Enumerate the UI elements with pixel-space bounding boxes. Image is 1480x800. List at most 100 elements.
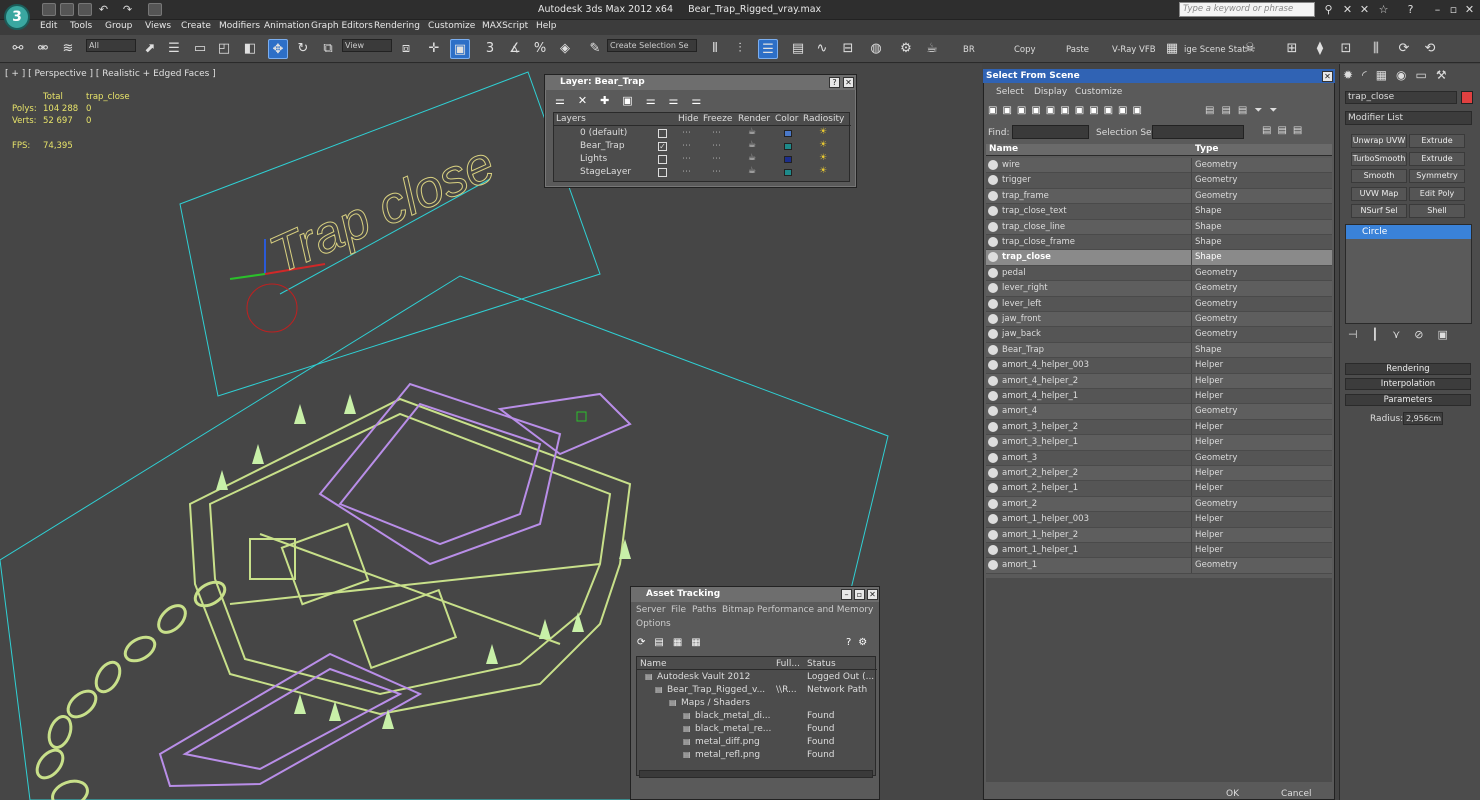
scale-icon[interactable]: ⧉ [318, 39, 338, 59]
extrude-2-button[interactable]: Extrude [1409, 152, 1465, 166]
open-file-icon[interactable] [60, 3, 74, 16]
asset-menu-bitmap[interactable]: Bitmap Performance and Memory [722, 605, 873, 615]
asset-row[interactable]: ▤ metal_diff.png Found [637, 736, 877, 749]
skull-script-icon[interactable]: ☠ [1240, 39, 1260, 59]
menu-group[interactable]: Group [105, 21, 132, 31]
freeze-toggle[interactable]: ⋯ [712, 128, 721, 138]
binoculars-icon[interactable]: ⚲ [1321, 2, 1336, 17]
script-tool4-icon[interactable]: ⫼ [1366, 39, 1386, 59]
scene-object-row[interactable]: amort_2_helper_1 Helper [986, 481, 1332, 497]
scene-object-row[interactable]: amort_1 Geometry [986, 558, 1332, 574]
cancel-button[interactable]: Cancel [1281, 789, 1312, 799]
scene-object-row[interactable]: amort_3_helper_1 Helper [986, 435, 1332, 451]
scene-object-row[interactable]: amort_3_helper_2 Helper [986, 419, 1332, 436]
symmetry-button[interactable]: Symmetry [1409, 169, 1465, 183]
scene-object-row[interactable]: amort_1_helper_003 Helper [986, 512, 1332, 528]
scene-object-row[interactable]: pedal Geometry [986, 265, 1332, 282]
asset-scrollbar[interactable] [639, 770, 873, 778]
maximize-icon[interactable]: ▫ [1446, 2, 1461, 17]
asset-row[interactable]: ▤ black_metal_di... Found [637, 710, 877, 723]
hide-toggle[interactable]: ⋯ [682, 154, 691, 164]
scene-object-row[interactable]: amort_2 Geometry [986, 496, 1332, 513]
asset-row[interactable]: ▤ Autodesk Vault 2012 Logged Out (... [637, 671, 877, 684]
script-tool3-icon[interactable]: ⊡ [1336, 39, 1356, 59]
col-hide[interactable]: Hide [678, 114, 699, 124]
layer-manager-icon[interactable]: ☰ [758, 39, 778, 59]
asset-menu-server[interactable]: Server [636, 605, 666, 615]
menu-views[interactable]: Views [145, 21, 171, 31]
unwrap-uvw-button[interactable]: Unwrap UVW [1351, 134, 1407, 148]
scene-object-row[interactable]: amort_4_helper_2 Helper [986, 373, 1332, 389]
minimize-icon[interactable]: – [1430, 2, 1445, 17]
menu-create[interactable]: Create [181, 21, 211, 31]
col-name[interactable]: Name [989, 144, 1018, 154]
nsurf-sel-button[interactable]: NSurf Sel [1351, 204, 1407, 218]
radiosity-icon[interactable]: ☀ [819, 127, 827, 137]
scene-object-row[interactable]: trap_close_text Shape [986, 204, 1332, 220]
smooth-button[interactable]: Smooth [1351, 169, 1407, 183]
scene-object-row[interactable]: amort_1_helper_2 Helper [986, 527, 1332, 543]
undo-icon[interactable]: ↶ [96, 2, 111, 17]
active-layer-checkbox[interactable] [658, 129, 667, 138]
asset-col-full[interactable]: Full... [776, 659, 800, 669]
select-move-icon[interactable]: ◧ [240, 39, 260, 59]
layer-dialog-title[interactable]: Layer: Bear_Trap [545, 75, 856, 90]
edit-named-selection-icon[interactable]: ✎ [585, 39, 605, 59]
layer-row[interactable]: Lights ⋯ ⋯ ☕ ☀ [554, 153, 851, 166]
modifier-list-dropdown[interactable]: Modifier List [1345, 111, 1472, 125]
scene-object-row[interactable]: amort_2_helper_2 Helper [986, 466, 1332, 482]
hide-toggle[interactable]: ⋯ [682, 167, 691, 177]
rollout-rendering[interactable]: Rendering [1345, 363, 1471, 375]
script-tool6-icon[interactable]: ⟲ [1420, 39, 1440, 59]
scene-object-row[interactable]: jaw_back Geometry [986, 327, 1332, 343]
move-icon[interactable]: ✥ [268, 39, 288, 59]
project-folder-icon[interactable] [148, 3, 162, 16]
ok-button[interactable]: OK [1226, 789, 1239, 799]
rotate-icon[interactable]: ↻ [293, 39, 313, 59]
menu-edit[interactable]: Edit [40, 21, 57, 31]
schematic-view-icon[interactable]: ⊟ [838, 39, 858, 59]
find-input[interactable] [1012, 125, 1089, 139]
keyboard-shortcut-icon[interactable]: ▣ [450, 39, 470, 59]
br-label[interactable]: BR [963, 45, 975, 55]
favorites-icon[interactable]: ☆ [1376, 2, 1391, 17]
object-color-swatch[interactable] [1461, 91, 1473, 104]
stack-tool-icons[interactable]: ⊣┃⋎⊘▣ [1348, 328, 1473, 342]
select-object-icon[interactable]: ⬈ [140, 39, 160, 59]
paste-button[interactable]: Paste [1066, 45, 1089, 55]
rect-selection-icon[interactable]: ▭ [190, 39, 210, 59]
asset-menu-options[interactable]: Options [636, 619, 671, 629]
window-crossing-icon[interactable]: ◰ [214, 39, 234, 59]
scene-states-button[interactable]: ige Scene Stat [1184, 45, 1246, 55]
render-teapot-icon[interactable]: ☕ [748, 140, 756, 150]
turbosmooth-button[interactable]: TurboSmooth [1351, 152, 1407, 166]
asset-close-button[interactable]: ✕ [867, 589, 878, 600]
col-layers[interactable]: Layers [556, 114, 586, 124]
named-selection-dropdown[interactable]: Create Selection Se [607, 39, 697, 52]
freeze-toggle[interactable]: ⋯ [712, 154, 721, 164]
scene-object-row[interactable]: amort_1_helper_1 Helper [986, 543, 1332, 559]
scene-object-row[interactable]: trap_close_frame Shape [986, 235, 1332, 251]
shell-button[interactable]: Shell [1409, 204, 1465, 218]
rollout-interpolation[interactable]: Interpolation [1345, 378, 1471, 390]
angle-snap-icon[interactable]: ∡ [505, 39, 525, 59]
asset-row[interactable]: ▤ Maps / Shaders [637, 697, 877, 710]
asset-row[interactable]: ▤ Bear_Trap_Rigged_v... \\R... Network Path [637, 684, 877, 697]
render-teapot-icon[interactable]: ☕ [748, 127, 756, 137]
percent-snap-icon[interactable]: % [530, 39, 550, 59]
layer-color-swatch[interactable] [784, 130, 792, 137]
asset-minimize-button[interactable]: – [841, 589, 852, 600]
scene-object-row[interactable]: lever_left Geometry [986, 296, 1332, 312]
radiosity-icon[interactable]: ☀ [819, 153, 827, 163]
layer-toolbar-icons[interactable]: ⚌✕✚▣⚌⚌⚌ [555, 94, 735, 108]
sfs-view-icons[interactable]: ▤▤▤⏷⏷ [1205, 105, 1305, 119]
layer-color-swatch[interactable] [784, 143, 792, 150]
align-icon[interactable]: ⫶ [730, 39, 750, 59]
select-manipulate-icon[interactable]: ✛ [424, 39, 444, 59]
layer-row[interactable]: Bear_Trap ✓ ⋯ ⋯ ☕ ☀ [554, 140, 851, 153]
sfs-menu-customize[interactable]: Customize [1075, 87, 1122, 97]
bind-space-warp-icon[interactable]: ≋ [58, 39, 78, 59]
sfs-menu-select[interactable]: Select [996, 87, 1024, 97]
rollout-parameters[interactable]: Parameters [1345, 394, 1471, 406]
selection-filter-dropdown[interactable]: All [86, 39, 136, 52]
